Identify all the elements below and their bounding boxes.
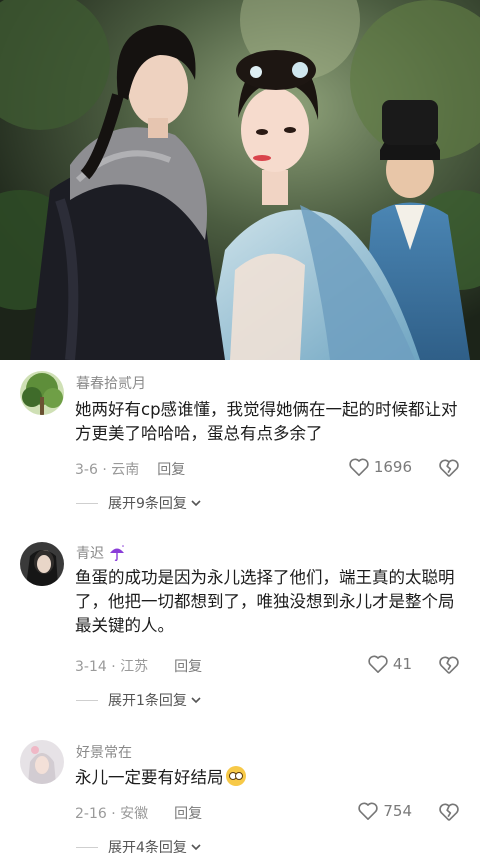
like-button[interactable]: 1696 — [348, 457, 412, 477]
avatar[interactable] — [20, 740, 64, 784]
divider-line — [76, 502, 98, 504]
like-button[interactable]: 754 — [357, 801, 412, 821]
chevron-down-icon — [191, 844, 201, 851]
like-count: 754 — [383, 802, 412, 820]
comment-date-location: 3-6 · 云南 — [75, 462, 140, 478]
divider-line — [76, 846, 98, 848]
reply-button[interactable]: 回复 — [174, 656, 202, 676]
comment-text: 鱼蛋的成功是因为永儿选择了他们，端王真的太聪明了，他把一切都想到了，唯独没想到永… — [75, 568, 455, 635]
heart-icon — [358, 802, 379, 820]
comment-meta: 3-6 · 云南 回复 — [75, 459, 185, 479]
heart-icon — [368, 655, 388, 673]
comment-text: 永儿一定要有好结局 — [75, 766, 467, 790]
avatar[interactable] — [20, 542, 64, 586]
heart-icon — [349, 458, 369, 476]
like-count: 1696 — [373, 458, 412, 476]
divider-line — [76, 699, 98, 701]
comment-list: 暮春拾贰月 她两好有cp感谁懂，我觉得她俩在一起的时候都让对方更美了哈哈哈，蛋总… — [0, 360, 480, 853]
comment-meta: 2-16 · 安徽 回复 — [75, 803, 202, 823]
dislike-button[interactable] — [438, 655, 460, 677]
avatar-image — [20, 740, 64, 784]
avatar-image — [20, 371, 64, 415]
broken-heart-icon — [439, 656, 459, 674]
pleading-face-icon — [225, 766, 246, 786]
umbrella-icon — [110, 545, 124, 562]
comment-author[interactable]: 暮春拾贰月 — [76, 373, 146, 393]
like-button[interactable]: 41 — [367, 654, 412, 674]
avatar-image — [20, 542, 64, 586]
comment-date-location: 3-14 · 江苏 — [75, 659, 149, 675]
broken-heart-icon — [439, 803, 459, 821]
expand-replies-button[interactable]: 展开9条回复 — [76, 493, 202, 513]
video-frame[interactable] — [0, 0, 480, 360]
reply-button[interactable]: 回复 — [174, 803, 202, 823]
avatar[interactable] — [20, 371, 64, 415]
dislike-button[interactable] — [438, 802, 460, 824]
broken-heart-icon — [439, 459, 459, 477]
drama-still-image — [0, 0, 480, 360]
chevron-down-icon — [191, 500, 201, 507]
comment-text: 她两好有cp感谁懂，我觉得她俩在一起的时候都让对方更美了哈哈哈，蛋总有点多余了 — [75, 400, 458, 443]
comment-date-location: 2-16 · 安徽 — [75, 806, 149, 822]
expand-replies-button[interactable]: 展开1条回复 — [76, 690, 202, 710]
reply-button[interactable]: 回复 — [157, 459, 185, 479]
like-count: 41 — [392, 655, 412, 673]
comment-author[interactable]: 好景常在 — [76, 742, 132, 762]
chevron-down-icon — [191, 697, 201, 704]
comment-author[interactable]: 青迟 — [76, 543, 126, 563]
dislike-button[interactable] — [438, 458, 460, 480]
comment-meta: 3-14 · 江苏 回复 — [75, 656, 202, 676]
expand-replies-button[interactable]: 展开4条回复 — [76, 837, 202, 853]
